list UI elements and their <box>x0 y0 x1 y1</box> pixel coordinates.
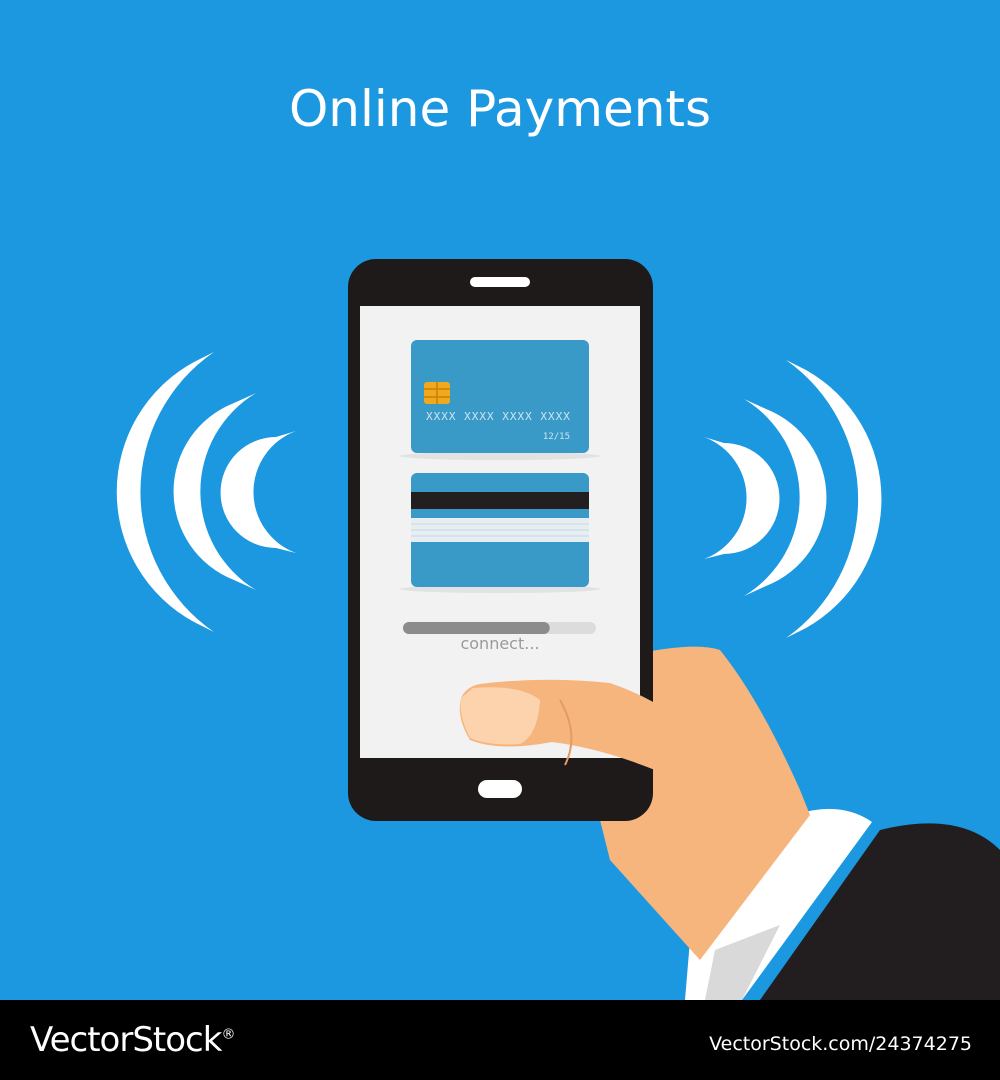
card-back <box>400 473 600 593</box>
connect-status-label: connect... <box>460 634 540 653</box>
progress-fill <box>403 622 550 634</box>
speaker-slot <box>470 277 530 287</box>
registered-mark: ® <box>221 1026 235 1043</box>
connect-progress-bar <box>403 622 596 634</box>
card-number-text: XXXX XXXX XXXX XXXX <box>426 410 571 423</box>
page: Online Payments XXXX XXXX XXXX XXXX 12/1… <box>0 0 1000 1080</box>
home-button[interactable] <box>478 780 522 798</box>
wireless-waves-left-icon <box>116 352 296 632</box>
payment-scene <box>116 259 1000 1000</box>
illustration: Online Payments XXXX XXXX XXXX XXXX 12/1… <box>0 0 1000 1000</box>
watermark-bar: VectorStock® VectorStock.com/24374275 <box>0 1000 1000 1080</box>
magnetic-stripe <box>411 492 589 509</box>
image-id-text: VectorStock.com/24374275 <box>709 1033 972 1055</box>
card-front <box>400 340 600 460</box>
brand-name: VectorStock <box>30 1020 222 1060</box>
card-expiry-text: 12/15 <box>542 432 570 442</box>
thumbnail <box>460 687 540 745</box>
wireless-waves-right-icon <box>704 360 882 638</box>
brand-logo: VectorStock® <box>30 1020 235 1060</box>
